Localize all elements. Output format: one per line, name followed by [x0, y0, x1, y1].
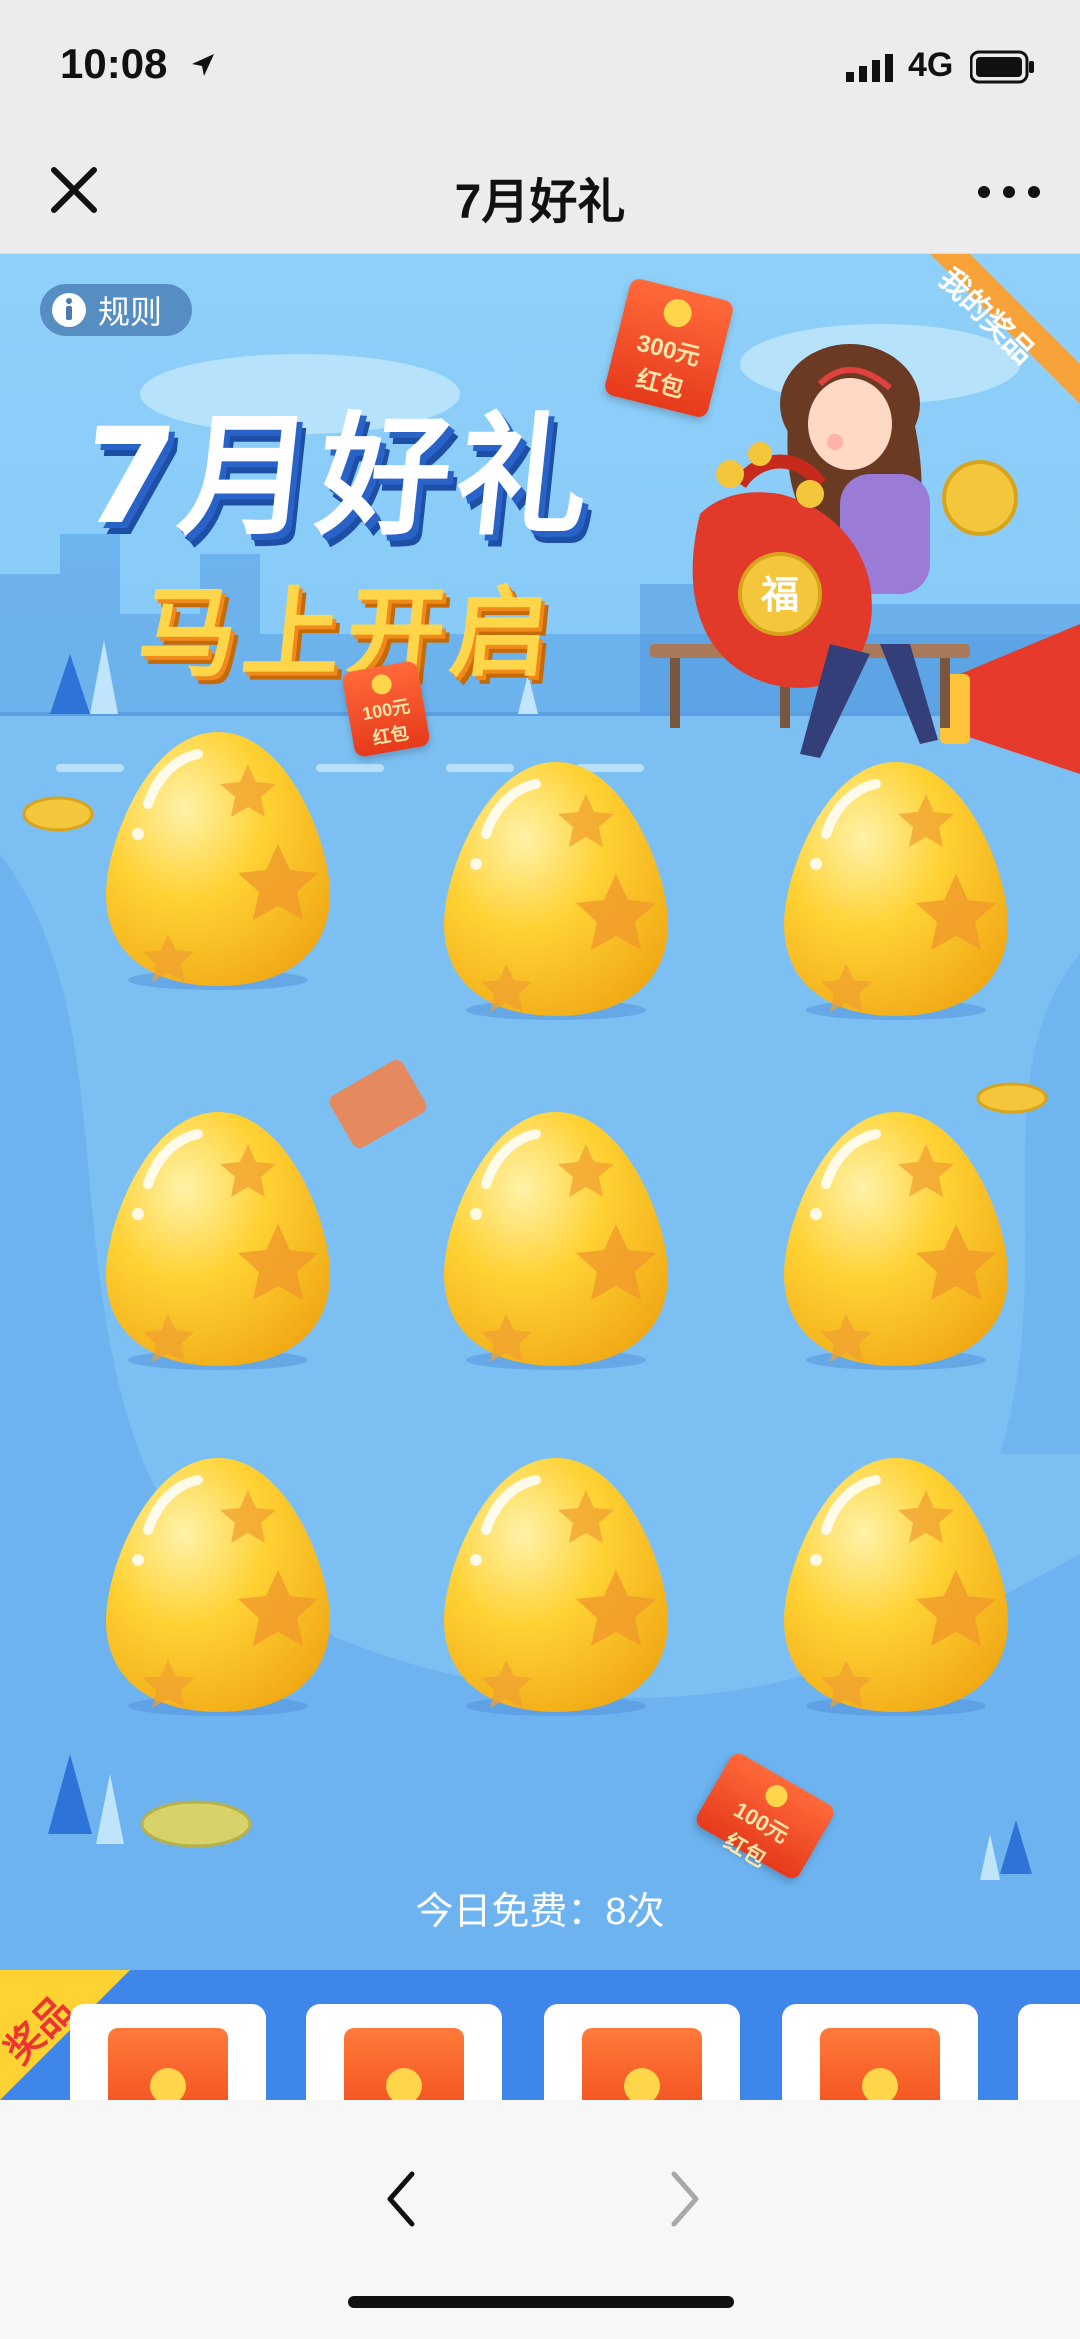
page-title: 7月好礼	[454, 176, 626, 229]
nav-bar: 7月好礼	[0, 132, 1080, 254]
network-type: 4G	[908, 46, 954, 84]
prize-card[interactable]	[70, 2004, 266, 2100]
cellular-signal-icon	[846, 54, 893, 82]
prize-card[interactable]	[782, 2004, 978, 2100]
prize-strip: 奖品	[0, 1970, 1080, 2100]
browser-bottom-bar	[0, 2100, 1080, 2339]
back-arrow-icon[interactable]	[376, 2164, 426, 2234]
golden-egg-3[interactable]	[776, 754, 1016, 1024]
golden-egg-8[interactable]	[436, 1450, 676, 1720]
rules-label: 规则	[98, 294, 163, 330]
game-area: 规则 我的奖品 7月好礼 马上开启 300元 红包 100元 红包 100元 红…	[0, 254, 1080, 2100]
rules-button[interactable]: 规则	[40, 284, 192, 336]
yen-coin-icon	[624, 2068, 660, 2100]
yen-coin-icon	[386, 2068, 422, 2100]
golden-egg-1[interactable]	[98, 724, 338, 994]
status-time: 10:08	[60, 40, 168, 87]
golden-egg-6[interactable]	[776, 1104, 1016, 1374]
free-attempts-count: 今日免费：8次	[415, 1891, 665, 1933]
more-options-icon[interactable]	[974, 172, 1044, 212]
lucky-char: 福	[760, 575, 799, 617]
yen-coin-icon	[660, 296, 695, 331]
yen-coin-icon	[370, 672, 394, 696]
info-icon	[52, 293, 86, 327]
yen-coin-icon	[862, 2068, 898, 2100]
girl-with-lucky-bag-illustration: 福	[692, 344, 938, 758]
golden-egg-5[interactable]	[436, 1104, 676, 1374]
golden-egg-2[interactable]	[436, 754, 676, 1024]
prize-card[interactable]	[544, 2004, 740, 2100]
golden-egg-4[interactable]	[98, 1104, 338, 1374]
forward-arrow-icon[interactable]	[660, 2164, 710, 2234]
red-packet-100: 100元 红包	[341, 660, 431, 758]
prize-card[interactable]	[306, 2004, 502, 2100]
banner-title: 7月好礼	[74, 400, 603, 554]
location-arrow-icon	[192, 54, 214, 76]
yen-coin-icon	[150, 2068, 186, 2100]
golden-egg-9[interactable]	[776, 1450, 1016, 1720]
status-bar: 10:08 4G	[0, 0, 1080, 132]
prize-card-partial[interactable]	[1018, 2004, 1080, 2100]
home-indicator	[348, 2296, 734, 2308]
battery-icon	[970, 50, 1034, 84]
golden-egg-7[interactable]	[98, 1450, 338, 1720]
